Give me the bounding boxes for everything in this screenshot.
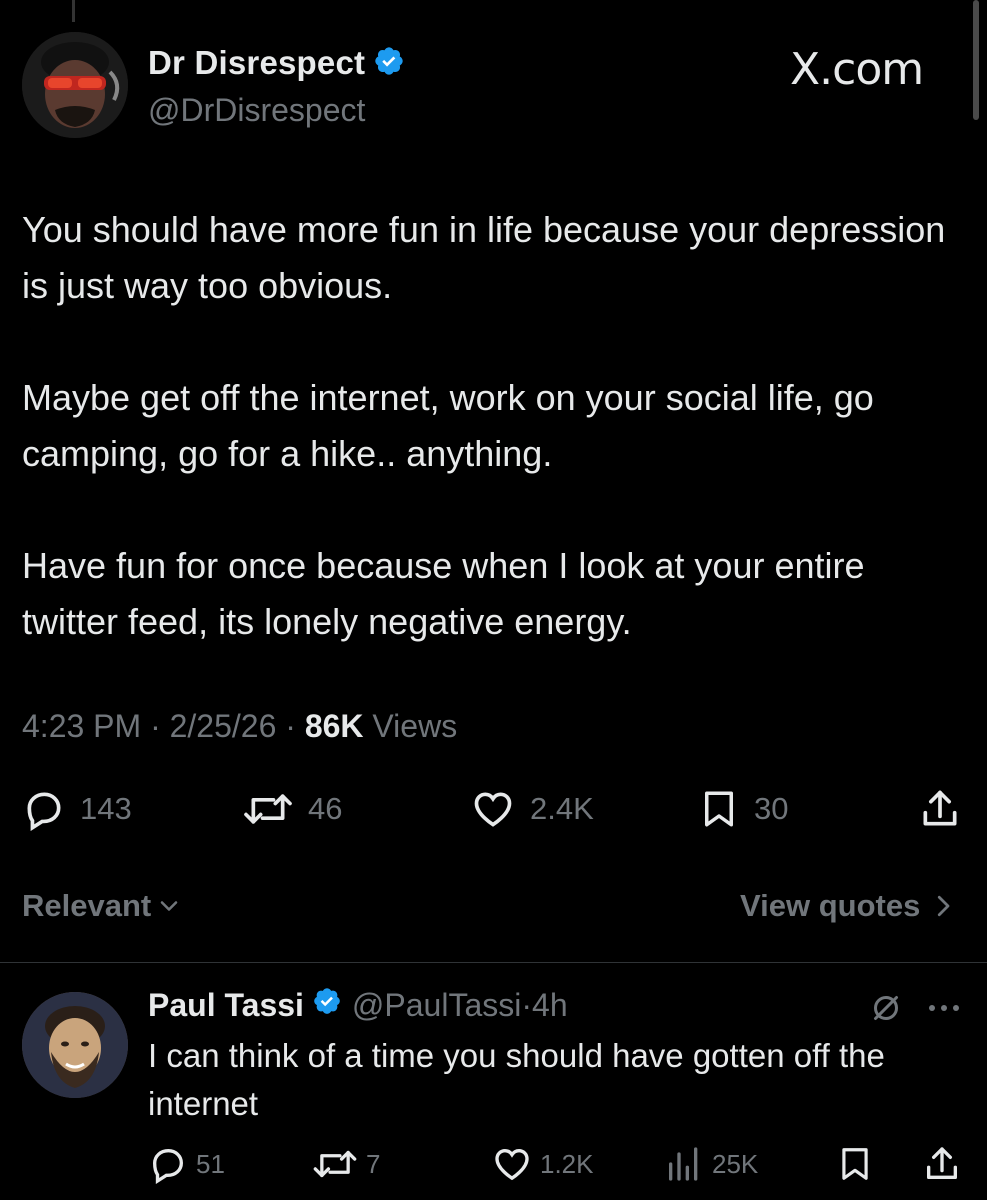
reply-count: 143 xyxy=(80,791,132,826)
view-quotes-label: View quotes xyxy=(740,888,921,923)
tweet-date[interactable]: 2/25/26 xyxy=(170,708,277,744)
author-handle[interactable]: @DrDisrespect xyxy=(148,92,365,129)
x-com-watermark: X.com xyxy=(790,44,924,95)
tweet-paragraph: Maybe get off the internet, work on your… xyxy=(22,377,874,474)
sort-relevant-dropdown[interactable]: Relevant xyxy=(22,888,183,924)
reply-reply-button[interactable]: 51 xyxy=(148,1144,225,1184)
repost-button[interactable]: 46 xyxy=(242,786,342,832)
separator: · xyxy=(141,708,170,744)
sort-label: Relevant xyxy=(22,888,152,923)
reply-reply-count: 51 xyxy=(196,1148,225,1179)
heart-icon xyxy=(495,1148,529,1181)
separator: · xyxy=(521,986,533,1023)
reply-text: I can think of a time you should have go… xyxy=(148,1037,885,1122)
more-options-icon[interactable] xyxy=(926,992,962,1026)
chevron-right-icon xyxy=(938,895,950,917)
views-count: 86K xyxy=(304,708,364,744)
bookmark-count: 30 xyxy=(754,791,789,826)
verified-badge-icon xyxy=(373,45,405,85)
bookmark-icon xyxy=(842,1148,868,1180)
reply-like-count: 1.2K xyxy=(540,1148,594,1179)
share-icon xyxy=(923,790,957,826)
tweet-time[interactable]: 4:23 PM xyxy=(22,708,141,744)
reply-author-name[interactable]: Paul Tassi xyxy=(148,987,304,1024)
verified-badge-icon xyxy=(312,986,342,1024)
grok-icon[interactable] xyxy=(868,990,904,1031)
reply-icon xyxy=(152,1148,184,1184)
views-label: Views xyxy=(372,708,458,744)
reply-views-count: 25K xyxy=(712,1148,759,1179)
reply-author-handle[interactable]: @PaulTassi xyxy=(352,987,521,1024)
separator: · xyxy=(276,708,305,744)
repost-count: 46 xyxy=(308,791,343,826)
reply-avatar[interactable] xyxy=(22,992,128,1098)
divider xyxy=(0,962,987,963)
tweet-paragraph: Have fun for once because when I look at… xyxy=(22,545,865,642)
like-count: 2.4K xyxy=(530,791,594,826)
author-name-text: Dr Disrespect xyxy=(148,44,366,81)
tweet-text: You should have more fun in life because… xyxy=(22,202,962,706)
reply-header: Paul Tassi @PaulTassi · 4h xyxy=(148,986,568,1024)
thread-line xyxy=(72,0,75,22)
reply-icon xyxy=(27,792,61,831)
view-quotes-link[interactable]: View quotes xyxy=(740,888,958,924)
heart-icon xyxy=(474,792,512,827)
reply-repost-count: 7 xyxy=(366,1148,381,1179)
avatar[interactable] xyxy=(22,32,128,138)
reply-age[interactable]: 4h xyxy=(532,987,568,1024)
reply-bookmark-button[interactable] xyxy=(836,1144,882,1184)
repost-icon xyxy=(313,1150,357,1178)
reply-share-button[interactable] xyxy=(922,1144,970,1184)
bookmark-button[interactable]: 30 xyxy=(698,786,788,832)
like-button[interactable]: 2.4K xyxy=(470,786,594,832)
bookmark-icon xyxy=(705,791,733,827)
reply-repost-button[interactable]: 7 xyxy=(312,1144,380,1184)
reply-avatar-image xyxy=(22,992,128,1098)
tweet-paragraph: You should have more fun in life because… xyxy=(22,209,946,306)
reply-like-button[interactable]: 1.2K xyxy=(492,1144,594,1184)
reply-views-button[interactable]: 25K xyxy=(664,1144,758,1184)
author-name[interactable]: Dr Disrespect xyxy=(148,44,405,85)
scrollbar[interactable] xyxy=(973,0,979,120)
chevron-down-icon xyxy=(160,901,178,911)
share-icon xyxy=(927,1147,957,1179)
views-chart-icon xyxy=(669,1147,698,1181)
reply-button[interactable]: 143 xyxy=(22,786,132,832)
share-button[interactable] xyxy=(918,786,976,832)
avatar-image xyxy=(22,32,128,138)
repost-icon xyxy=(244,794,292,824)
tweet-meta: 4:23 PM · 2/25/26 · 86K Views xyxy=(22,708,457,745)
